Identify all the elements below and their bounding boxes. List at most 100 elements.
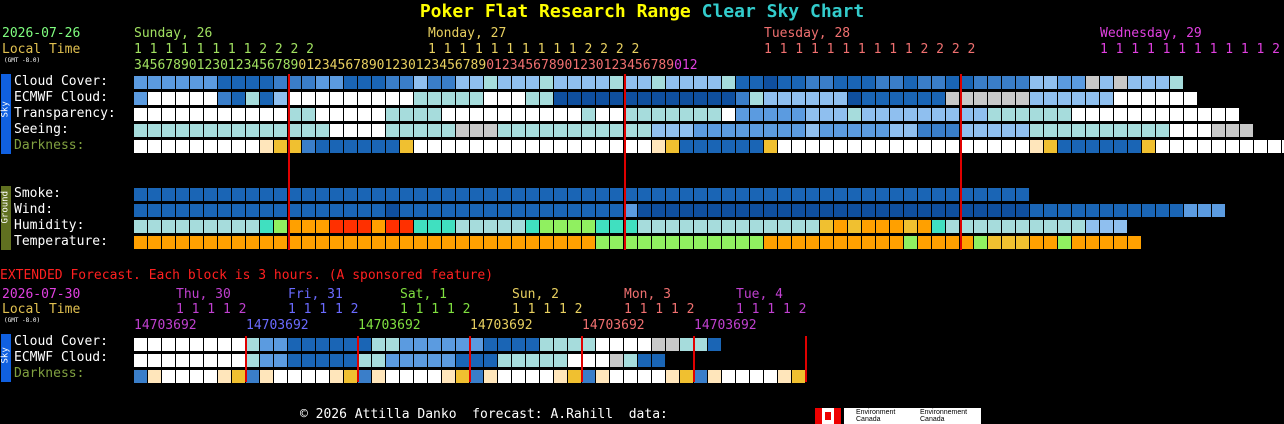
forecast-cell[interactable] bbox=[554, 76, 567, 89]
forecast-cell[interactable] bbox=[526, 140, 539, 153]
forecast-cell[interactable] bbox=[582, 220, 595, 233]
forecast-cell[interactable] bbox=[834, 92, 847, 105]
forecast-cell[interactable] bbox=[680, 124, 693, 137]
forecast-cell[interactable] bbox=[190, 236, 203, 249]
extended-cell[interactable] bbox=[442, 370, 455, 383]
forecast-cell[interactable] bbox=[834, 220, 847, 233]
forecast-cell[interactable] bbox=[1142, 204, 1155, 217]
forecast-cell[interactable] bbox=[358, 188, 371, 201]
forecast-cell[interactable] bbox=[498, 236, 511, 249]
forecast-cell[interactable] bbox=[428, 220, 441, 233]
forecast-cell[interactable] bbox=[1002, 76, 1015, 89]
extended-cell[interactable] bbox=[428, 354, 441, 367]
forecast-cell[interactable] bbox=[1100, 76, 1113, 89]
forecast-cell[interactable] bbox=[190, 124, 203, 137]
forecast-cell[interactable] bbox=[176, 124, 189, 137]
forecast-cell[interactable] bbox=[890, 76, 903, 89]
forecast-cell[interactable] bbox=[400, 220, 413, 233]
forecast-cell[interactable] bbox=[218, 92, 231, 105]
forecast-cell[interactable] bbox=[764, 92, 777, 105]
forecast-cell[interactable] bbox=[218, 188, 231, 201]
forecast-cell[interactable] bbox=[778, 92, 791, 105]
forecast-cell[interactable] bbox=[1002, 140, 1015, 153]
forecast-cell[interactable] bbox=[176, 220, 189, 233]
forecast-cell[interactable] bbox=[582, 92, 595, 105]
forecast-cell[interactable] bbox=[386, 204, 399, 217]
extended-cell[interactable] bbox=[568, 338, 581, 351]
forecast-cell[interactable] bbox=[498, 92, 511, 105]
forecast-cell[interactable] bbox=[260, 220, 273, 233]
forecast-cell[interactable] bbox=[1128, 76, 1141, 89]
forecast-cell[interactable] bbox=[946, 124, 959, 137]
forecast-cell[interactable] bbox=[1086, 108, 1099, 121]
forecast-cell[interactable] bbox=[638, 204, 651, 217]
forecast-cell[interactable] bbox=[176, 92, 189, 105]
forecast-cell[interactable] bbox=[414, 124, 427, 137]
extended-cell[interactable] bbox=[204, 338, 217, 351]
forecast-cell[interactable] bbox=[568, 92, 581, 105]
forecast-cell[interactable] bbox=[1198, 140, 1211, 153]
forecast-cell[interactable] bbox=[1072, 204, 1085, 217]
forecast-cell[interactable] bbox=[1044, 236, 1057, 249]
forecast-cell[interactable] bbox=[246, 236, 259, 249]
row-label-ecmwf-cloud[interactable]: ECMWF Cloud: bbox=[14, 90, 108, 106]
forecast-cell[interactable] bbox=[512, 124, 525, 137]
forecast-cell[interactable] bbox=[862, 92, 875, 105]
forecast-cell[interactable] bbox=[1030, 124, 1043, 137]
extended-cell[interactable] bbox=[316, 338, 329, 351]
forecast-cell[interactable] bbox=[372, 188, 385, 201]
forecast-cell[interactable] bbox=[470, 124, 483, 137]
extended-cell[interactable] bbox=[246, 338, 259, 351]
forecast-cell[interactable] bbox=[778, 236, 791, 249]
forecast-cell[interactable] bbox=[736, 124, 749, 137]
forecast-cell[interactable] bbox=[316, 220, 329, 233]
forecast-cell[interactable] bbox=[680, 220, 693, 233]
forecast-cell[interactable] bbox=[484, 76, 497, 89]
forecast-cell[interactable] bbox=[484, 236, 497, 249]
extended-cell[interactable] bbox=[456, 354, 469, 367]
forecast-cell[interactable] bbox=[554, 140, 567, 153]
forecast-cell[interactable] bbox=[932, 204, 945, 217]
forecast-cell[interactable] bbox=[372, 92, 385, 105]
extended-row-label-ecmwf-cloud[interactable]: ECMWF Cloud: bbox=[14, 350, 108, 366]
forecast-cell[interactable] bbox=[134, 124, 147, 137]
forecast-cell[interactable] bbox=[456, 220, 469, 233]
forecast-cell[interactable] bbox=[1072, 92, 1085, 105]
forecast-cell[interactable] bbox=[834, 108, 847, 121]
forecast-cell[interactable] bbox=[302, 236, 315, 249]
forecast-cell[interactable] bbox=[1002, 236, 1015, 249]
forecast-cell[interactable] bbox=[708, 188, 721, 201]
extended-cell[interactable] bbox=[554, 370, 567, 383]
extended-cell[interactable] bbox=[428, 370, 441, 383]
forecast-cell[interactable] bbox=[316, 188, 329, 201]
forecast-cell[interactable] bbox=[708, 108, 721, 121]
forecast-cell[interactable] bbox=[1016, 92, 1029, 105]
forecast-cell[interactable] bbox=[526, 92, 539, 105]
forecast-cell[interactable] bbox=[512, 108, 525, 121]
forecast-cell[interactable] bbox=[1044, 220, 1057, 233]
forecast-cell[interactable] bbox=[316, 92, 329, 105]
forecast-cell[interactable] bbox=[876, 236, 889, 249]
forecast-cell[interactable] bbox=[1128, 108, 1141, 121]
forecast-cell[interactable] bbox=[792, 188, 805, 201]
extended-cell[interactable] bbox=[498, 338, 511, 351]
extended-cell[interactable] bbox=[750, 370, 763, 383]
forecast-cell[interactable] bbox=[750, 76, 763, 89]
extended-cell[interactable] bbox=[218, 354, 231, 367]
forecast-cell[interactable] bbox=[456, 140, 469, 153]
forecast-cell[interactable] bbox=[302, 108, 315, 121]
forecast-cell[interactable] bbox=[1086, 204, 1099, 217]
forecast-cell[interactable] bbox=[344, 204, 357, 217]
forecast-cell[interactable] bbox=[708, 140, 721, 153]
forecast-cell[interactable] bbox=[1058, 204, 1071, 217]
extended-cell[interactable] bbox=[302, 338, 315, 351]
forecast-cell[interactable] bbox=[1072, 220, 1085, 233]
forecast-cell[interactable] bbox=[988, 108, 1001, 121]
extended-cell[interactable] bbox=[358, 354, 371, 367]
forecast-cell[interactable] bbox=[764, 108, 777, 121]
forecast-cell[interactable] bbox=[1212, 204, 1225, 217]
forecast-cell[interactable] bbox=[498, 188, 511, 201]
forecast-cell[interactable] bbox=[638, 220, 651, 233]
forecast-cell[interactable] bbox=[1086, 92, 1099, 105]
forecast-cell[interactable] bbox=[988, 92, 1001, 105]
